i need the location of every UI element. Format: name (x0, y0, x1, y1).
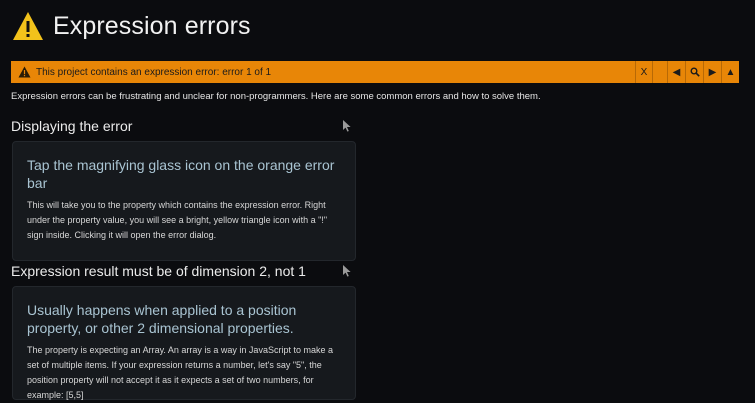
error-bar-message: This project contains an expression erro… (36, 66, 272, 78)
section-heading-displaying: Displaying the error (11, 118, 356, 134)
card-body: The property is expecting an Array. An a… (27, 345, 333, 400)
scroll-up-button[interactable]: ▲ (721, 61, 739, 83)
warning-icon (18, 66, 31, 78)
warning-icon (13, 12, 43, 40)
previous-error-button[interactable]: ◀ (667, 61, 685, 83)
page-header: Expression errors (12, 6, 251, 46)
cursor-icon (343, 120, 351, 132)
cursor-icon (343, 265, 351, 277)
next-error-button[interactable]: ▶ (703, 61, 721, 83)
section-heading-dimension: Expression result must be of dimension 2… (11, 263, 356, 279)
intro-text: Expression errors can be frustrating and… (11, 91, 541, 102)
section-heading-text: Expression result must be of dimension 2… (11, 263, 306, 279)
card-body: This will take you to the property which… (27, 200, 328, 240)
locate-error-button[interactable] (685, 61, 703, 83)
card-title: Usually happens when applied to a positi… (27, 302, 297, 336)
info-card: Tap the magnifying glass icon on the ora… (12, 141, 356, 261)
page-title: Expression errors (53, 11, 251, 40)
expression-error-bar: This project contains an expression erro… (11, 61, 739, 83)
section-heading-text: Displaying the error (11, 118, 133, 134)
close-error-bar-button[interactable]: X (635, 61, 653, 83)
magnifying-glass-icon (690, 67, 700, 77)
info-card: Usually happens when applied to a positi… (12, 286, 356, 400)
card-title: Tap the magnifying glass icon on the ora… (27, 157, 335, 191)
